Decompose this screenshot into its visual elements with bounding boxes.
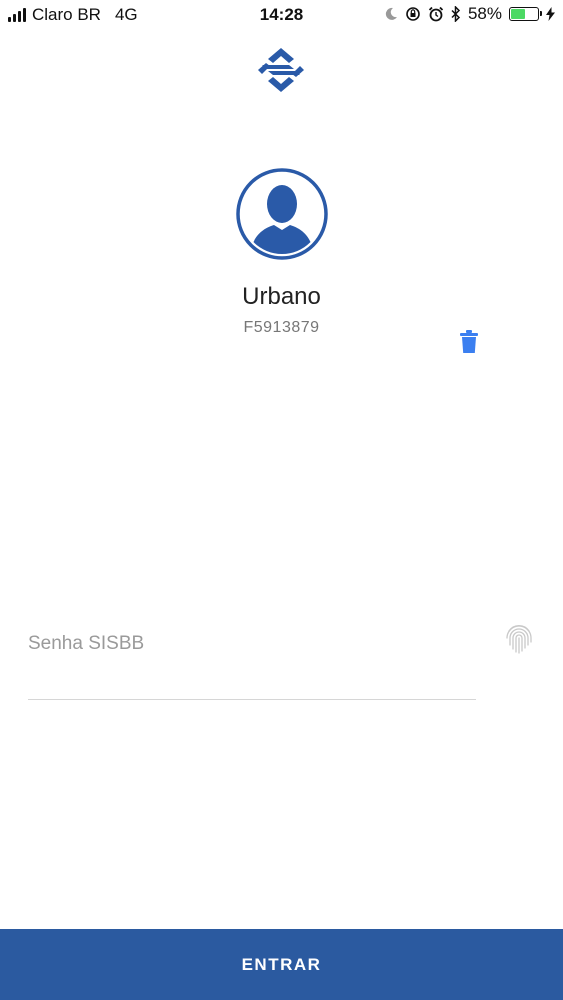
battery-percent: 58% bbox=[467, 4, 502, 23]
user-avatar-icon bbox=[236, 168, 328, 260]
status-bar-right: 58% bbox=[384, 4, 555, 24]
moon-icon bbox=[385, 7, 397, 20]
trash-icon[interactable] bbox=[460, 330, 478, 354]
rotation-lock-icon bbox=[406, 7, 420, 21]
user-name: Urbano bbox=[242, 283, 321, 310]
charging-bolt-icon bbox=[546, 7, 555, 21]
enter-button[interactable]: ENTRAR bbox=[0, 929, 563, 1000]
user-id: F5913879 bbox=[243, 319, 320, 336]
fingerprint-icon[interactable] bbox=[505, 622, 533, 654]
alarm-icon bbox=[428, 6, 444, 22]
banco-do-brasil-logo bbox=[258, 48, 304, 92]
battery-icon bbox=[509, 7, 542, 21]
bluetooth-icon bbox=[451, 6, 461, 22]
status-bar: Claro BR 4G 14:28 58% bbox=[0, 0, 563, 30]
password-input[interactable] bbox=[28, 620, 476, 700]
